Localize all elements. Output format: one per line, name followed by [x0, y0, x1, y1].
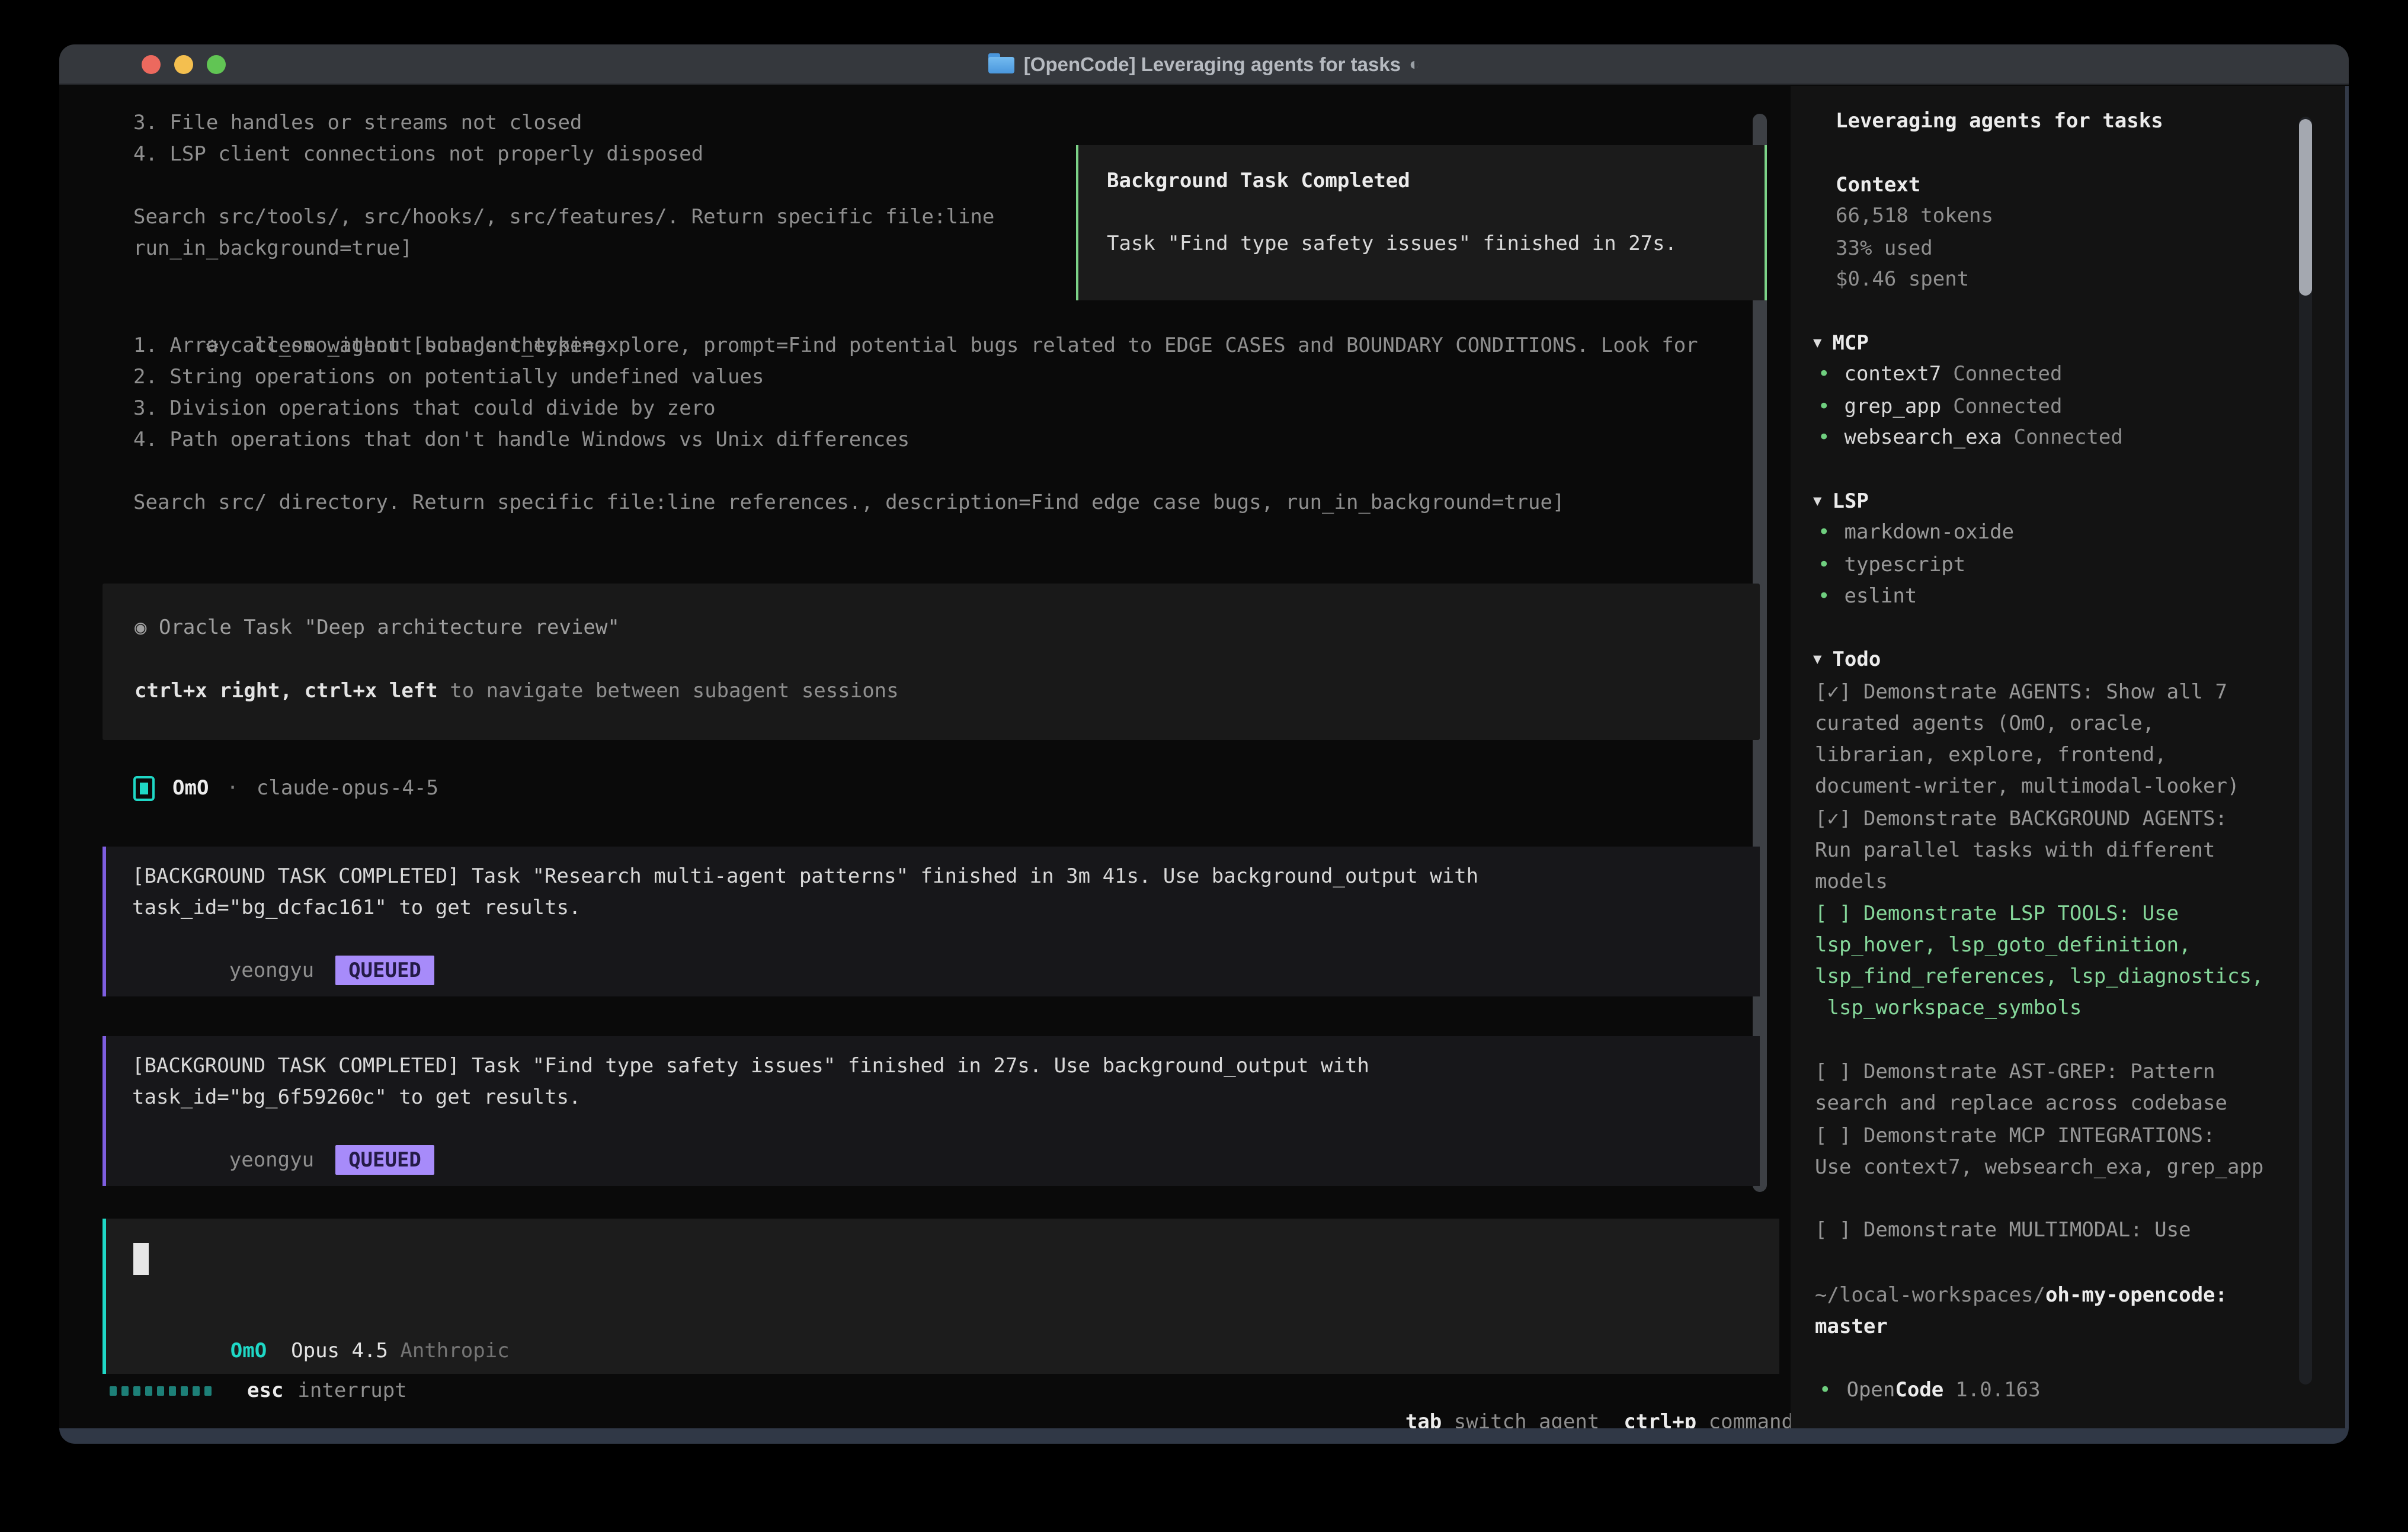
- context-heading: Context: [1836, 169, 1920, 201]
- lsp-item: •eslint: [1818, 581, 1917, 612]
- oracle-task-hint: ctrl+x right, ctrl+x left to navigate be…: [135, 675, 899, 707]
- todo-item-done: [✓] Demonstrate AGENTS: Show all 7 curat…: [1815, 677, 2319, 802]
- context-tokens: 66,518 tokens: [1836, 200, 1993, 232]
- todo-item-pending: [ ] Demonstrate AST-GREP: Pattern search…: [1815, 1056, 2319, 1119]
- mcp-item: •grep_appConnected: [1818, 391, 2062, 422]
- bullet-icon: •: [1818, 362, 1830, 386]
- lsp-item: •typescript: [1818, 549, 1965, 581]
- input-model-name: Opus 4.5: [291, 1339, 388, 1363]
- traffic-lights: [142, 55, 226, 74]
- task-block-meta: yeongyu QUEUED: [132, 1113, 1760, 1207]
- esc-key-hint: esc: [247, 1375, 283, 1406]
- titlebar[interactable]: [OpenCode] Leveraging agents for tasks ◐: [59, 44, 2349, 85]
- session-title: Leveraging agents for tasks: [1836, 105, 2163, 137]
- input-agent-name: OmO: [230, 1339, 267, 1363]
- terminal-content: 3. File handles or streams not closed 4.…: [59, 86, 2349, 1428]
- bullet-icon: •: [1818, 553, 1830, 576]
- folder-icon: [988, 53, 1014, 75]
- task-block: [BACKGROUND TASK COMPLETED] Task "Resear…: [103, 847, 1760, 996]
- bullet-icon: •: [1818, 584, 1830, 608]
- oracle-task-box[interactable]: ◉ Oracle Task "Deep architecture review"…: [103, 584, 1760, 740]
- workspace-branch: master: [1815, 1311, 1888, 1342]
- separator-dot: ·: [226, 773, 238, 804]
- window-title: [OpenCode] Leveraging agents for tasks: [1024, 49, 1401, 80]
- chevron-down-icon: ▼: [1813, 327, 1821, 358]
- bullet-icon: •: [1818, 395, 1830, 418]
- chevron-down-icon: ▼: [1813, 643, 1821, 675]
- statusbar-left: esc interrupt: [110, 1375, 407, 1406]
- window-bottom-edge: [59, 1428, 2349, 1444]
- lsp-item: •markdown-oxide: [1818, 517, 2014, 548]
- terminal-window: [OpenCode] Leveraging agents for tasks ◐…: [59, 44, 2349, 1444]
- task-block-text: [BACKGROUND TASK COMPLETED] Task "Find t…: [132, 1050, 1760, 1113]
- sidebar-scrollbar-track[interactable]: [2299, 117, 2312, 1384]
- mcp-item: •websearch_exaConnected: [1818, 422, 2123, 453]
- sidebar: Leveraging agents for tasks Context 66,5…: [1791, 86, 2349, 1428]
- task-block-text: [BACKGROUND TASK COMPLETED] Task "Resear…: [132, 861, 1760, 924]
- esc-key-label: interrupt: [297, 1375, 406, 1406]
- mcp-item: •context7Connected: [1818, 358, 2062, 390]
- chevron-down-icon: ▼: [1813, 485, 1821, 517]
- lsp-section-header[interactable]: ▼LSP: [1813, 486, 1869, 519]
- status-badge: QUEUED: [335, 1145, 434, 1175]
- agent-model: claude-opus-4-5: [257, 773, 438, 804]
- zoom-button[interactable]: [207, 55, 226, 74]
- task-block-meta: yeongyu QUEUED: [132, 924, 1760, 1018]
- mcp-section-header[interactable]: ▼MCP: [1813, 328, 1869, 361]
- minimize-button[interactable]: [174, 55, 193, 74]
- input-provider: Anthropic: [400, 1339, 509, 1363]
- text-cursor: [133, 1243, 149, 1275]
- toast-title: Background Task Completed: [1107, 165, 1765, 197]
- half-circle-icon: ◐: [1409, 49, 1420, 80]
- working-spinner-dots: [110, 1386, 216, 1396]
- todo-item-active: [ ] Demonstrate LSP TOOLS: Use lsp_hover…: [1815, 898, 2319, 1024]
- todo-section-header[interactable]: ▼Todo: [1813, 644, 1881, 677]
- task-block: [BACKGROUND TASK COMPLETED] Task "Find t…: [103, 1036, 1760, 1186]
- prompt-input[interactable]: OmO Opus 4.5 Anthropic: [103, 1219, 1779, 1374]
- agent-name: OmO: [172, 773, 209, 804]
- tool-call-body: 1. Array access without bounds checking …: [133, 330, 1757, 518]
- todo-item-done: [✓] Demonstrate BACKGROUND AGENTS: Run p…: [1815, 803, 2319, 898]
- context-used: 33% used: [1836, 233, 1933, 264]
- shortcut-keys: ctrl+x right, ctrl+x left: [135, 679, 438, 703]
- status-dot-icon: •: [1819, 1378, 1831, 1402]
- toast-body: Task "Find type safety issues" finished …: [1107, 228, 1765, 259]
- background-task-toast[interactable]: Background Task Completed Task "Find typ…: [1076, 145, 1767, 300]
- close-button[interactable]: [142, 55, 161, 74]
- shortcut-hint: to navigate between subagent sessions: [438, 679, 899, 703]
- bullet-icon: •: [1818, 520, 1830, 544]
- context-spent: $0.46 spent: [1836, 264, 1969, 295]
- record-icon: ◉: [135, 616, 146, 639]
- user-name: yeongyu: [229, 959, 314, 982]
- status-badge: QUEUED: [335, 956, 434, 985]
- version-row: •OpenCode1.0.163: [1819, 1374, 2041, 1406]
- workspace-path: ~/local-workspaces/oh-my-opencode:: [1815, 1280, 2227, 1311]
- oracle-task-label: ◉ Oracle Task "Deep architecture review": [135, 612, 620, 643]
- window-title-group: [OpenCode] Leveraging agents for tasks ◐: [988, 49, 1420, 80]
- omo-agent-icon: [133, 776, 155, 801]
- sidebar-scrollbar-thumb[interactable]: [2299, 119, 2312, 296]
- user-name: yeongyu: [229, 1148, 314, 1172]
- bullet-icon: •: [1818, 425, 1830, 449]
- todo-item-pending: [ ] Demonstrate MULTIMODAL: Use: [1815, 1214, 2319, 1246]
- todo-item-pending: [ ] Demonstrate MCP INTEGRATIONS: Use co…: [1815, 1120, 2319, 1183]
- agent-header: OmO · claude-opus-4-5: [133, 773, 438, 804]
